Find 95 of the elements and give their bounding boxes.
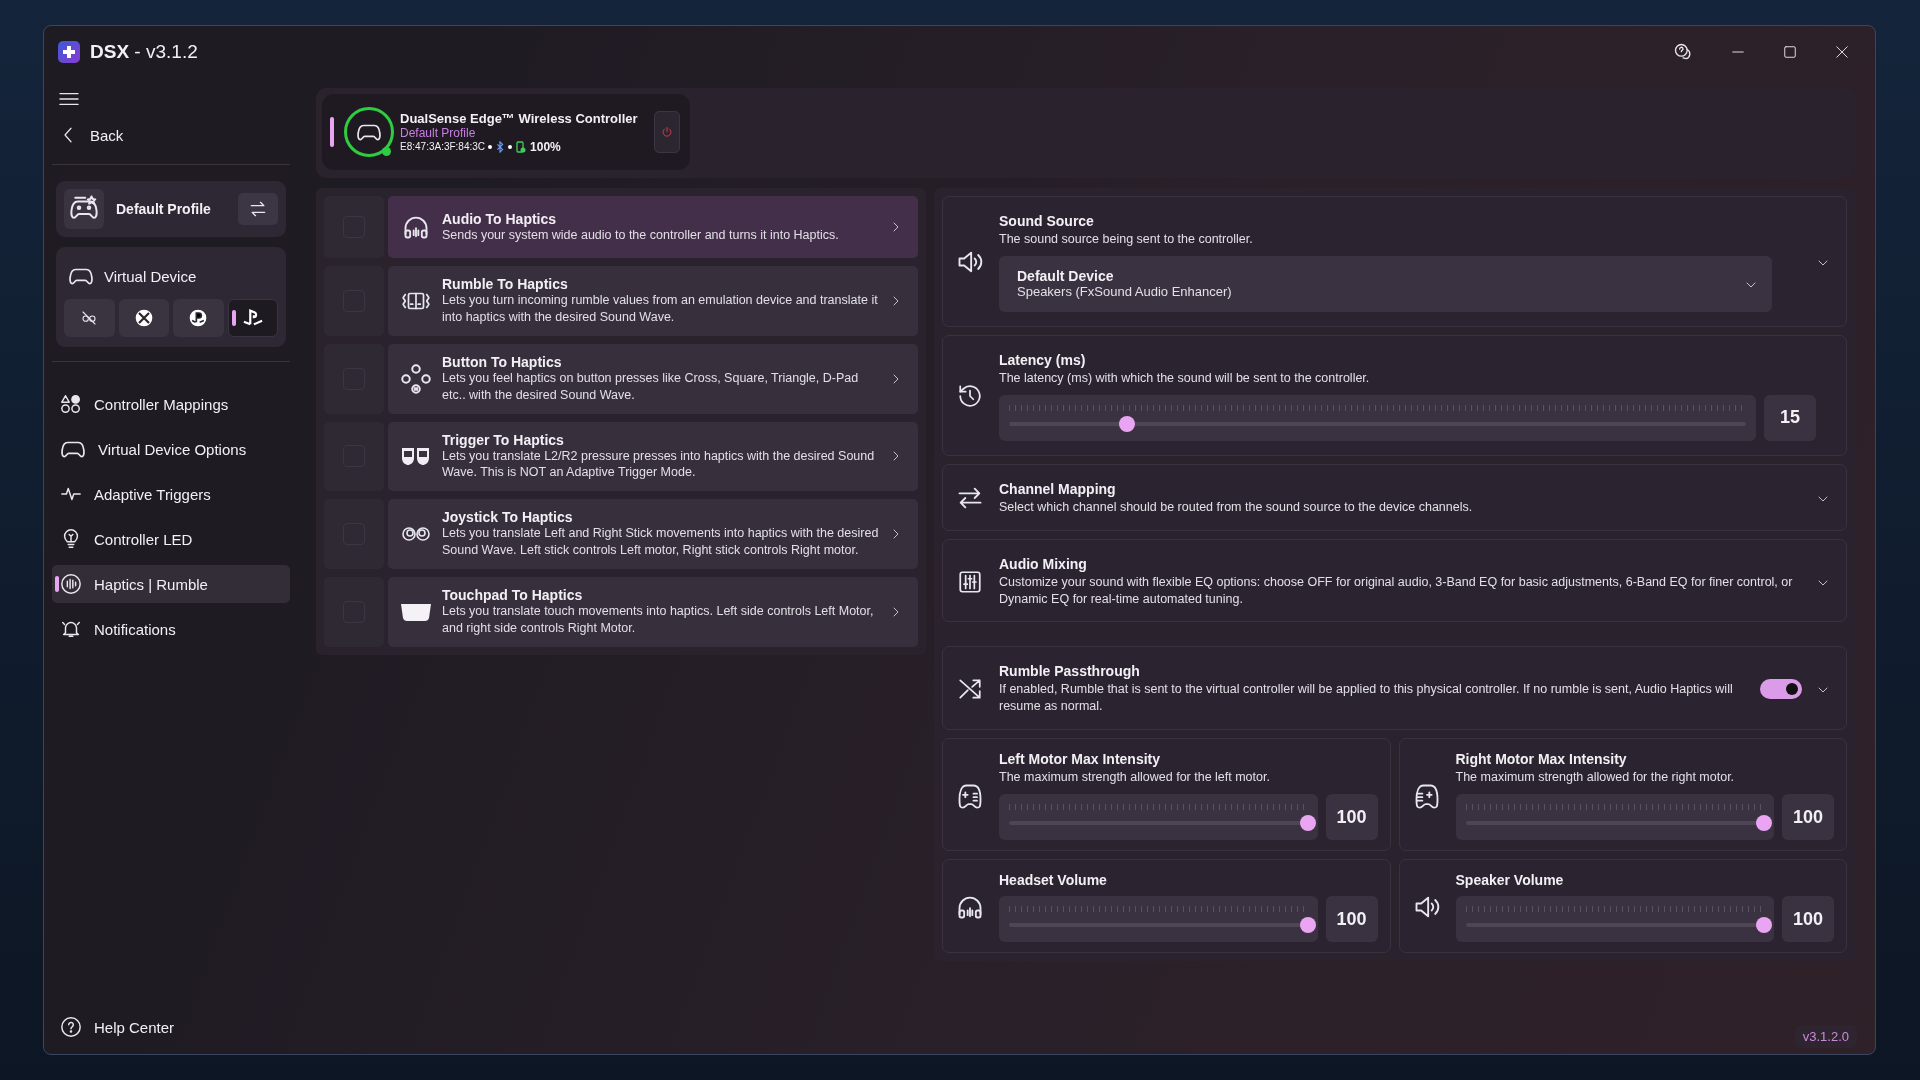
feature-title: Touchpad To Haptics [442,587,584,603]
bluetooth-icon [495,140,506,153]
shapes-icon [60,393,82,415]
setting-title: Left Motor Max Intensity [999,751,1161,768]
feedback-icon [1673,42,1693,62]
separator-dot-icon [508,144,513,149]
slider-thumb[interactable] [1299,815,1316,831]
slider-thumb[interactable] [1756,815,1772,831]
nav-item[interactable]: Haptics | Rumble [52,565,290,603]
feature-title: Button To Haptics [442,353,563,370]
triggers-icon [401,445,431,468]
feature-item[interactable]: Touchpad To Haptics Lets you translate touch movements into haptics. Left side controls Left Motor, and right side controls Right Motor. [388,577,918,647]
symbol-icon [241,308,264,328]
value-field[interactable]: 15 [1764,394,1816,441]
slider-thumb[interactable] [1118,415,1135,432]
toggle-switch[interactable] [1760,679,1802,700]
face-buttons-icon [401,363,431,394]
value-field[interactable]: 100 [1325,794,1378,840]
swap-icon [248,199,268,219]
slider-thumb[interactable] [1299,917,1316,933]
setting-title: Rumble Passthrough [999,663,1141,680]
setting-description: The maximum strength allowed for the left motor. [999,769,1271,786]
value-field[interactable]: 100 [1782,896,1834,942]
value-field[interactable]: 100 [1325,896,1378,942]
menu-icon [58,90,80,108]
equalizer-icon [957,568,983,595]
value-field[interactable]: 100 [1782,794,1834,840]
setting-description: Customize your sound with flexible EQ options: choose OFF for original audio, 3-Band EQ for basic adjustments, 6-Band EQ for finer control, or Dynamic EQ for real-time automated tuning. [999,573,1794,608]
app-logo-icon [58,41,80,63]
feature-description: Lets you translate touch movements into haptics. Left side controls Left Motor, and right side controls Right Motor. [442,603,875,637]
virtual-device-label: Virtual Device [104,267,197,285]
setting-title: Sound Source [999,213,1095,229]
device-type-button[interactable] [227,299,278,337]
circle-x-icon [133,308,154,328]
setting-title: Speaker Volume [1455,872,1565,888]
slider[interactable] [999,394,1756,441]
setting-description: The sound source being sent to the controller. [999,231,1254,248]
feature-description: Lets you translate Left and Right Stick movements into haptics with the desired Sound Wave. Left stick controls Left motor, Right stick controls Right motor. [442,525,880,559]
history-icon [957,383,983,410]
setting-title: Channel Mapping [999,480,1117,497]
setting-description: The latency (ms) with which the sound will be sent to the controller. [999,369,1371,387]
feature-description: Lets you turn incoming rumble values from an emulation device and translate it into haptics with the desired Sound Wave. [442,292,879,326]
device-type-button[interactable] [173,299,224,337]
battery-level: 100% [530,139,561,154]
power-icon [660,124,673,140]
feature-title: Joystick To Haptics [442,509,574,526]
nav-item[interactable]: Notifications [52,610,290,648]
profile-label: Default Profile [400,125,476,140]
controller-name: DualSense Edge™ Wireless Controller [400,110,638,126]
maximize-icon [1783,45,1797,59]
feature-description: Sends your system wide audio to the controller and turns it into Haptics. [442,227,840,244]
haptics-icon [60,573,82,595]
battery-icon [515,140,528,153]
setting-description: Select which channel should be routed from the sound source to the device channels. [999,498,1474,516]
version-badge: v3.1.2.0 [1794,1025,1857,1048]
mac-address: E8:47:3A:3F:84:3C [400,141,486,152]
controller-card[interactable]: DualSense Edge™ Wireless Controller Default Profile E8:47:3A:3F:84:3C 100% [322,94,690,170]
slider-thumb[interactable] [1756,917,1772,933]
back-button[interactable]: Back [52,114,290,156]
profile-name: Default Profile [116,201,212,217]
feature-item[interactable]: Joystick To Haptics Lets you translate Left and Right Stick movements into haptics with the desired Sound Wave. Left stick controls Left motor, Right stick controls Right motor. [388,499,918,569]
feature-title: Rumble To Haptics [442,276,569,292]
setting-description: The maximum strength allowed for the right motor. [1455,769,1736,786]
device-type-button[interactable] [118,299,169,337]
unlink-icon [81,310,98,326]
nav-item[interactable]: Adaptive Triggers [52,475,290,513]
dropdown[interactable]: Default Device Speakers (FxSound Audio Enhancer) [999,255,1772,312]
window-title: DSX - v3.1.2 [90,41,198,63]
slider[interactable] [999,896,1318,942]
help-icon [60,1016,82,1038]
feature-item[interactable]: Rumble To Haptics Lets you turn incoming rumble values from an emulation device and translate it into haptics with the desired Sound Wave. [388,266,918,336]
close-icon [1835,45,1849,59]
feature-description: Lets you translate L2/R2 pressure presses into haptics with the desired Sound Wave. This is NOT an Adaptive Trigger Mode. [442,448,876,482]
slider[interactable] [1455,896,1774,942]
nav-item[interactable]: Controller LED [52,520,290,558]
setting-title: Audio Mixing [999,555,1088,572]
nav-item[interactable]: Virtual Device Options [52,430,290,468]
slider[interactable] [1455,794,1774,840]
switch-profile-button[interactable] [238,193,278,225]
feature-description: Lets you feel haptics on button presses like Cross, Square, Triangle, D-Pad etc.. with the desired Sound Wave. [442,370,860,404]
help-center-link[interactable]: Help Center [52,1006,290,1048]
touchpad-icon [400,601,432,622]
setting-title: Headset Volume [999,872,1108,888]
feature-item[interactable]: Trigger To Haptics Lets you translate L2/R2 pressure presses into haptics with the desired Sound Wave. This is NOT an Adaptive Trigger Mode. [388,421,918,492]
feature-title: Audio To Haptics [442,210,558,227]
setting-description: If enabled, Rumble that is sent to the virtual controller will be applied to this physical controller. If no rumble is sent, Audio Haptics will resume as normal. [999,681,1734,716]
nav-item[interactable]: Controller Mappings [52,385,290,423]
feature-item[interactable]: Button To Haptics Lets you feel haptics on button presses like Cross, Square, Triangle, D-Pad etc.. with the desired Sound Wave. [388,343,918,414]
circle-symbol-icon [188,308,209,328]
slider[interactable] [999,794,1318,840]
separator-dot-icon [488,144,493,149]
setting-title: Latency (ms) [999,351,1087,368]
feature-title: Trigger To Haptics [442,431,565,448]
setting-title: Right Motor Max Intensity [1455,751,1628,768]
feature-item[interactable]: Audio To Haptics Sends your system wide audio to the controller and turns it into Haptics. [388,196,918,258]
